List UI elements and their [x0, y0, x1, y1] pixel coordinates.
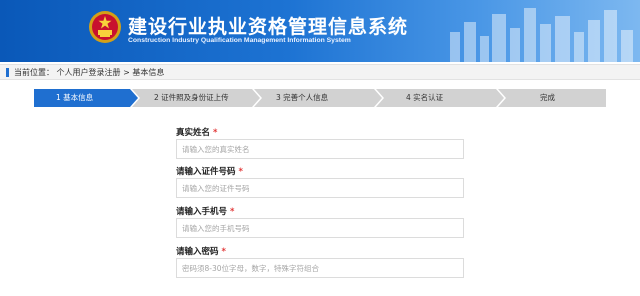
national-emblem-icon: [89, 11, 121, 43]
id-number-input[interactable]: [176, 178, 464, 198]
phone-label: 请输入手机号 *: [176, 205, 234, 217]
required-mark: *: [238, 167, 243, 177]
required-mark: *: [230, 207, 235, 217]
real-name-input[interactable]: [176, 139, 464, 159]
label-text: 真实姓名: [176, 128, 211, 138]
breadcrumb-marker: [6, 68, 9, 77]
step-personal-info: 3 完善个人信息: [254, 89, 382, 107]
id-number-label: 请输入证件号码 *: [176, 165, 243, 177]
step-complete: 完成: [498, 89, 606, 107]
step-label: 3 完善个人信息: [276, 93, 329, 102]
real-name-label: 真实姓名 *: [176, 126, 217, 138]
app-subtitle-english: Construction Industry Qualification Mana…: [128, 37, 351, 44]
step-label: 完成: [540, 93, 555, 102]
breadcrumb: 当前位置： 个人用户登录注册 > 基本信息: [14, 68, 165, 77]
password-label: 请输入密码 *: [176, 245, 226, 257]
breadcrumb-bar: 当前位置： 个人用户登录注册 > 基本信息: [0, 64, 640, 80]
step-label: 1 基本信息: [56, 93, 94, 102]
step-basic-info: 1 基本信息: [34, 89, 138, 107]
required-mark: *: [213, 128, 218, 138]
step-label: 4 实名认证: [406, 93, 444, 102]
label-text: 请输入手机号: [176, 207, 228, 217]
label-text: 请输入证件号码: [176, 167, 236, 177]
city-skyline-image: [450, 8, 633, 62]
phone-input[interactable]: [176, 218, 464, 238]
label-text: 请输入密码: [176, 247, 219, 257]
step-real-name-auth: 4 实名认证: [376, 89, 504, 107]
app-title: 建设行业执业资格管理信息系统: [128, 16, 409, 38]
password-input[interactable]: [176, 258, 464, 278]
step-label: 2 证件照及身份证上传: [154, 93, 229, 102]
registration-steps: 1 基本信息 2 证件照及身份证上传 3 完善个人信息 4 实名认证 完成: [34, 89, 606, 107]
site-header: 建设行业执业资格管理信息系统 Construction Industry Qua…: [0, 0, 640, 62]
required-mark: *: [221, 247, 226, 257]
step-id-upload: 2 证件照及身份证上传: [132, 89, 260, 107]
